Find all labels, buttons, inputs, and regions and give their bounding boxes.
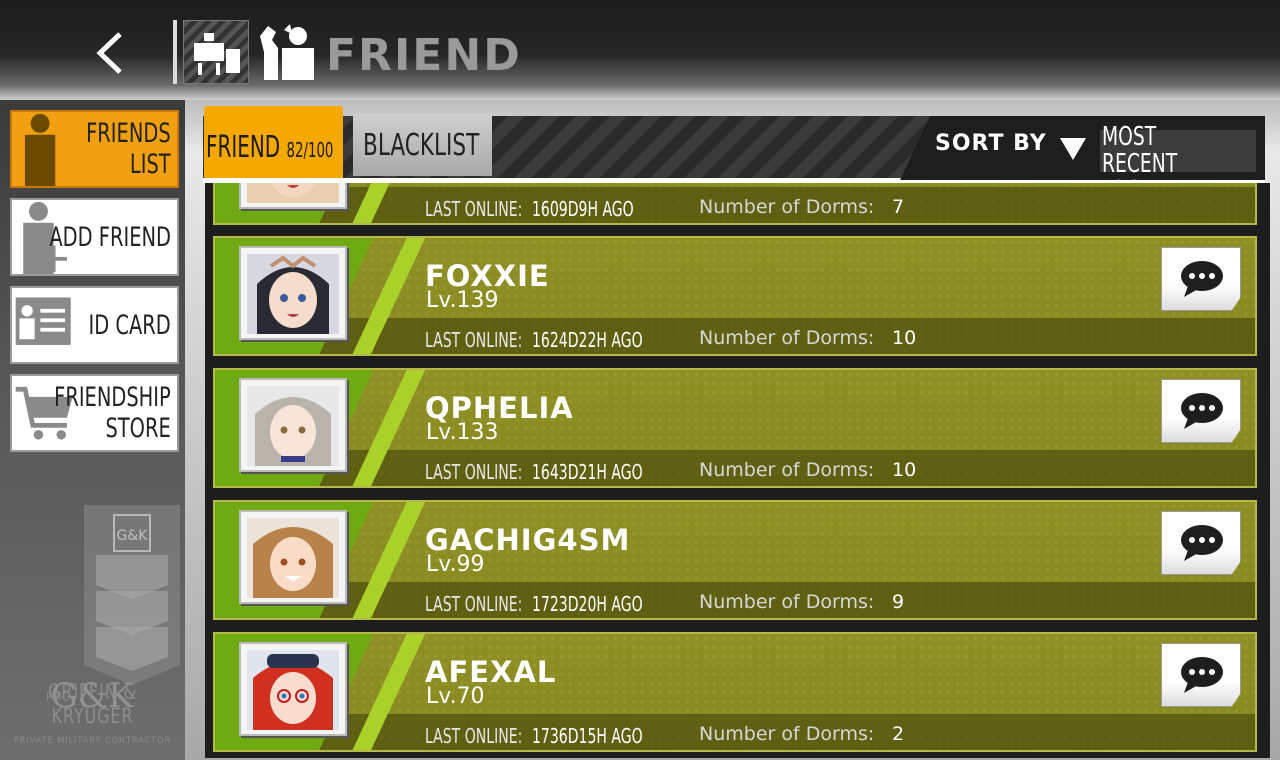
back-button[interactable] — [90, 24, 140, 82]
friend-card-1[interactable]: FOXXIE Lv.139 LAST ONLINE: 1624D22H AGO … — [213, 236, 1257, 356]
logo-tagline: PRIVATE MILITARY CONTRACTOR — [13, 736, 172, 746]
avatar-portrait-icon — [247, 650, 339, 730]
friend-avatar[interactable] — [239, 378, 347, 472]
last-online-label: LAST ONLINE: — [425, 592, 523, 616]
friend-avatar[interactable] — [239, 510, 347, 604]
friend-avatar[interactable] — [239, 246, 347, 340]
dorms-value: 7 — [892, 196, 905, 218]
sidebar-item-friends-list[interactable]: FRIENDS LIST — [10, 110, 179, 188]
id-card-icon — [15, 297, 71, 345]
chat-button[interactable] — [1161, 247, 1241, 311]
svg-text:G&K: G&K — [117, 528, 149, 544]
sidebar-item-id-card[interactable]: ID CARD — [10, 286, 179, 364]
dorms-label: Number of Dorms: — [699, 196, 875, 218]
dorms-value: 10 — [892, 327, 917, 349]
friend-level: Lv.133 — [426, 420, 499, 445]
dorms-label: Number of Dorms: — [699, 459, 875, 481]
avatar-portrait-icon — [247, 518, 339, 598]
tab-friend-label: FRIEND — [206, 130, 281, 165]
tab-friend[interactable]: FRIEND 82/100 — [204, 106, 343, 178]
friend-list[interactable]: LAST ONLINE: 1609D9H AGO Number of Dorms… — [205, 183, 1270, 758]
chat-button[interactable] — [1161, 511, 1241, 575]
friend-avatar[interactable] — [239, 642, 347, 736]
logo-name: GRIFFIN & KRYUGER — [48, 680, 137, 728]
last-online-value: 1736D15H AGO — [532, 724, 643, 748]
last-online-label: LAST ONLINE: — [425, 197, 523, 221]
friend-card-3[interactable]: GACHIG4SM Lv.99 LAST ONLINE: 1723D20H AG… — [213, 500, 1257, 620]
chat-bubble-icon — [1181, 525, 1223, 561]
sidebar-item-friendship-store[interactable]: FRIENDSHIP STORE — [10, 374, 179, 452]
last-online-label: LAST ONLINE: — [425, 328, 523, 352]
friend-card-0[interactable]: LAST ONLINE: 1609D9H AGO Number of Dorms… — [213, 183, 1257, 225]
tab-blacklist[interactable]: BLACKLIST — [353, 114, 492, 176]
sort-label: SORT BY — [935, 131, 1047, 156]
sidebar-item-label: ID CARD — [88, 309, 171, 341]
sort-select[interactable]: MOST RECENT LOGIN — [1100, 124, 1256, 205]
friend-card-2[interactable]: QPHELIA Lv.133 LAST ONLINE: 1643D21H AGO… — [213, 368, 1257, 488]
sidebar-item-add-friend[interactable]: ADD FRIEND — [10, 198, 179, 276]
header-divider — [173, 20, 177, 84]
dorms-value: 10 — [892, 459, 917, 481]
sort-dropdown-arrow-icon[interactable] — [1060, 138, 1086, 160]
dorms-value: 2 — [892, 723, 905, 745]
avatar-portrait-icon — [247, 254, 339, 334]
last-online-label: LAST ONLINE: — [425, 724, 523, 748]
sidebar-item-label: FRIENDS LIST — [86, 118, 171, 180]
workbench-icon — [194, 33, 240, 75]
page-title: FRIEND — [326, 30, 522, 81]
last-online-label: LAST ONLINE: — [425, 460, 523, 484]
dorms-label: Number of Dorms: — [699, 591, 875, 613]
friend-level: Lv.99 — [426, 552, 485, 577]
last-online-value: 1609D9H AGO — [532, 197, 634, 221]
dorms-value: 9 — [892, 591, 905, 613]
person-icon — [24, 113, 56, 186]
sidebar-item-label: ADD FRIEND — [49, 221, 171, 253]
friend-avatar[interactable] — [239, 183, 347, 209]
tab-blacklist-label: BLACKLIST — [363, 128, 480, 163]
chat-button[interactable] — [1161, 379, 1241, 443]
tab-friend-text: FRIEND 82/100 — [206, 130, 333, 165]
avatar-portrait-icon — [247, 386, 339, 466]
friend-emblem-icon — [256, 22, 318, 82]
friend-count: 82/100 — [286, 138, 334, 162]
dorms-label: Number of Dorms: — [699, 327, 875, 349]
last-online-value: 1624D22H AGO — [532, 328, 643, 352]
friend-level: Lv.139 — [426, 288, 499, 313]
friend-level: Lv.70 — [426, 684, 485, 709]
chat-bubble-icon — [1181, 393, 1223, 429]
back-arrow-icon — [96, 32, 122, 74]
dorm-icon[interactable] — [183, 20, 249, 84]
chat-bubble-icon — [1181, 657, 1223, 693]
chat-bubble-icon — [1181, 261, 1223, 297]
last-online-value: 1723D20H AGO — [532, 592, 643, 616]
chat-button[interactable] — [1161, 643, 1241, 707]
friend-card-4[interactable]: AFEXAL Lv.70 LAST ONLINE: 1736D15H AGO N… — [213, 632, 1257, 752]
last-online-value: 1643D21H AGO — [532, 460, 643, 484]
avatar-portrait-icon — [247, 183, 339, 203]
dorms-label: Number of Dorms: — [699, 723, 875, 745]
sidebar-item-label: FRIENDSHIP STORE — [54, 382, 171, 444]
